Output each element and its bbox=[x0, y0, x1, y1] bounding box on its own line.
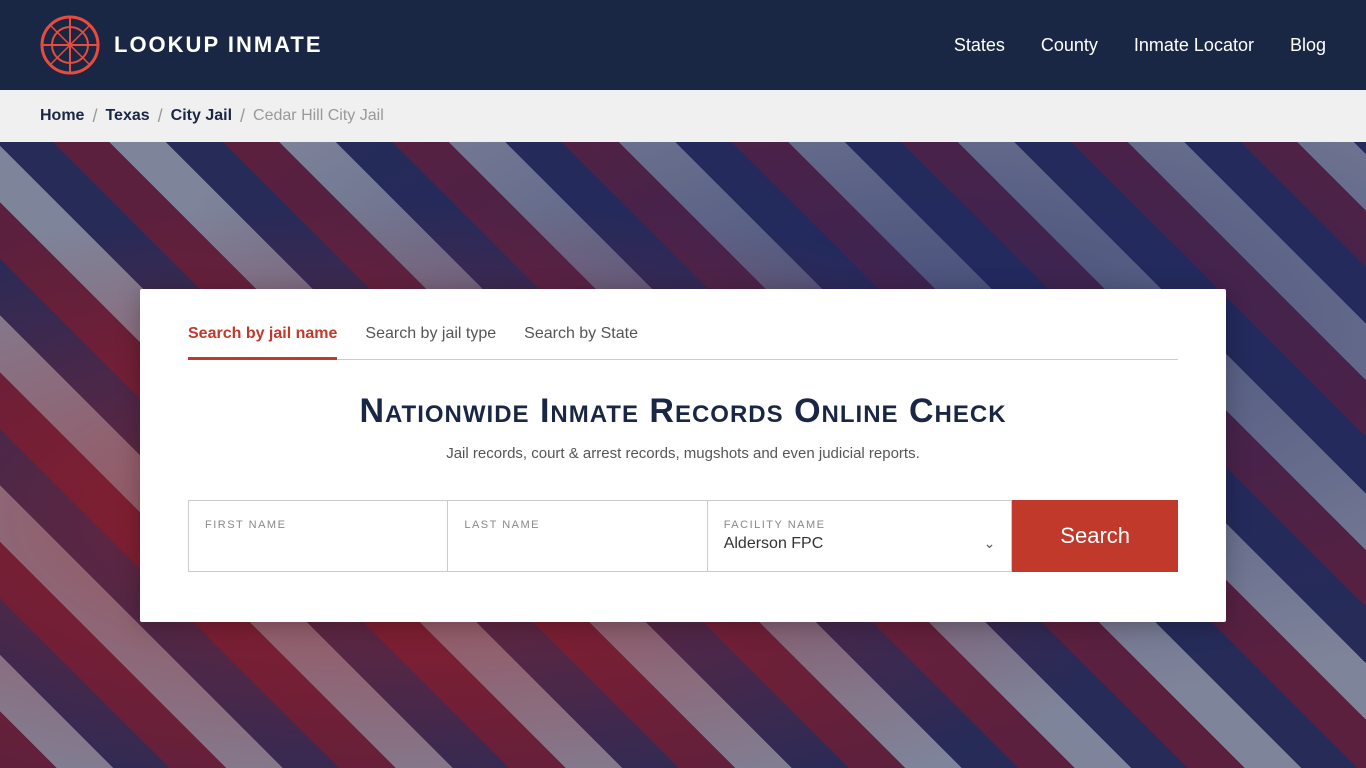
breadcrumb-texas[interactable]: Texas bbox=[105, 107, 149, 125]
nav-states[interactable]: States bbox=[954, 35, 1005, 56]
breadcrumb-sep-2: / bbox=[158, 106, 163, 127]
tab-jail-name[interactable]: Search by jail name bbox=[188, 325, 337, 360]
hero-section: Search by jail name Search by jail type … bbox=[0, 142, 1366, 768]
last-name-input[interactable] bbox=[464, 535, 690, 552]
facility-value: Alderson FPC bbox=[724, 535, 824, 553]
search-form: FIRST NAME LAST NAME FACILITY NAME Alder… bbox=[188, 500, 1178, 572]
search-tabs: Search by jail name Search by jail type … bbox=[188, 325, 1178, 360]
last-name-field: LAST NAME bbox=[447, 500, 706, 572]
breadcrumb-home[interactable]: Home bbox=[40, 107, 84, 125]
breadcrumb-city-jail[interactable]: City Jail bbox=[171, 107, 232, 125]
main-nav: States County Inmate Locator Blog bbox=[954, 35, 1326, 56]
nav-county[interactable]: County bbox=[1041, 35, 1098, 56]
first-name-field: FIRST NAME bbox=[188, 500, 447, 572]
nav-inmate-locator[interactable]: Inmate Locator bbox=[1134, 35, 1254, 56]
facility-label: FACILITY NAME bbox=[724, 519, 996, 531]
search-button[interactable]: Search bbox=[1012, 500, 1178, 572]
facility-field[interactable]: FACILITY NAME Alderson FPC ⌄ bbox=[707, 500, 1013, 572]
logo-area[interactable]: LOOKUP INMATE bbox=[40, 15, 323, 75]
last-name-label: LAST NAME bbox=[464, 519, 690, 531]
first-name-input[interactable] bbox=[205, 535, 431, 552]
subtitle: Jail records, court & arrest records, mu… bbox=[188, 445, 1178, 462]
chevron-down-icon: ⌄ bbox=[984, 535, 996, 552]
tab-state[interactable]: Search by State bbox=[524, 325, 638, 360]
nav-blog[interactable]: Blog bbox=[1290, 35, 1326, 56]
logo-icon bbox=[40, 15, 100, 75]
tab-jail-type[interactable]: Search by jail type bbox=[365, 325, 496, 360]
breadcrumb: Home / Texas / City Jail / Cedar Hill Ci… bbox=[0, 90, 1366, 142]
breadcrumb-current: Cedar Hill City Jail bbox=[253, 107, 384, 125]
search-card: Search by jail name Search by jail type … bbox=[140, 289, 1226, 622]
first-name-label: FIRST NAME bbox=[205, 519, 431, 531]
page-title: Nationwide Inmate Records Online Check bbox=[188, 392, 1178, 431]
logo-text: LOOKUP INMATE bbox=[114, 32, 323, 58]
facility-select-row[interactable]: Alderson FPC ⌄ bbox=[724, 535, 996, 553]
breadcrumb-sep-3: / bbox=[240, 106, 245, 127]
breadcrumb-sep-1: / bbox=[92, 106, 97, 127]
site-header: LOOKUP INMATE States County Inmate Locat… bbox=[0, 0, 1366, 90]
